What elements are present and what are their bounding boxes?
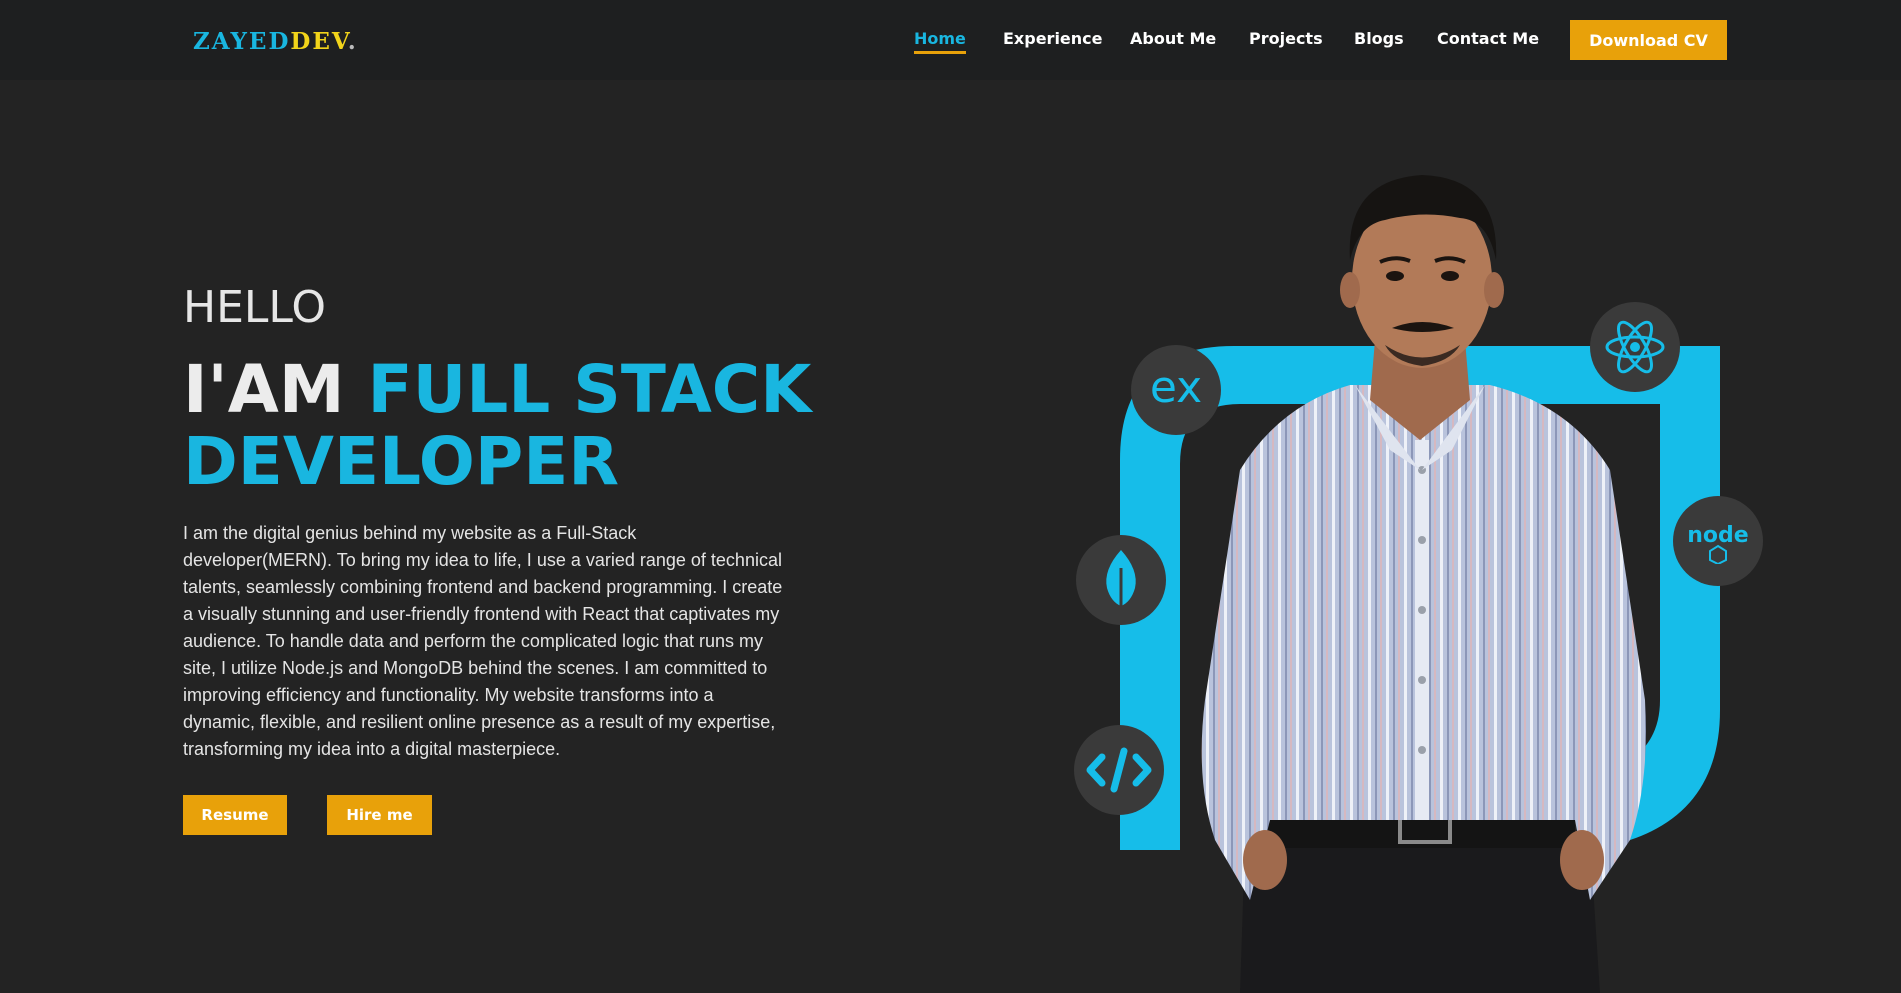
headline-prefix: I'AM: [183, 351, 345, 428]
logo[interactable]: ZAYEDDEV.: [193, 28, 358, 55]
express-icon: ex: [1131, 345, 1221, 435]
logo-dot: .: [347, 28, 358, 55]
react-icon: [1590, 302, 1680, 392]
navbar: ZAYEDDEV. Home Experience About Me Proje…: [0, 0, 1901, 80]
node-icon: node: [1673, 496, 1763, 586]
hero-description: I am the digital genius behind my websit…: [183, 523, 783, 759]
resume-button[interactable]: Resume: [183, 795, 287, 835]
logo-part-1: ZAYED: [193, 28, 291, 55]
hero-greeting: HELLO: [183, 282, 326, 333]
nav-home[interactable]: Home: [914, 29, 966, 54]
nav-about-me[interactable]: About Me: [1130, 29, 1216, 48]
nav-experience[interactable]: Experience: [1003, 29, 1103, 48]
express-icon-label: ex: [1150, 365, 1202, 413]
node-icon-label: node: [1687, 523, 1748, 548]
headline-highlight-1: FULL STACK: [367, 351, 812, 428]
headline-highlight-2: DEVELOPER: [183, 423, 620, 500]
download-cv-button[interactable]: Download CV: [1570, 20, 1727, 60]
code-icon: [1074, 725, 1164, 815]
logo-part-2: DEV: [290, 28, 348, 55]
nav-blogs[interactable]: Blogs: [1354, 29, 1404, 48]
mongodb-leaf-icon: [1076, 535, 1166, 625]
page: ZAYEDDEV. Home Experience About Me Proje…: [0, 0, 1901, 993]
nav-contact-me[interactable]: Contact Me: [1437, 29, 1539, 48]
nav-projects[interactable]: Projects: [1249, 29, 1323, 48]
hire-me-button[interactable]: Hire me: [327, 795, 432, 835]
hero-headline: I'AM FULL STACK DEVELOPER: [183, 354, 823, 498]
portrait-image: [1201, 175, 1646, 993]
